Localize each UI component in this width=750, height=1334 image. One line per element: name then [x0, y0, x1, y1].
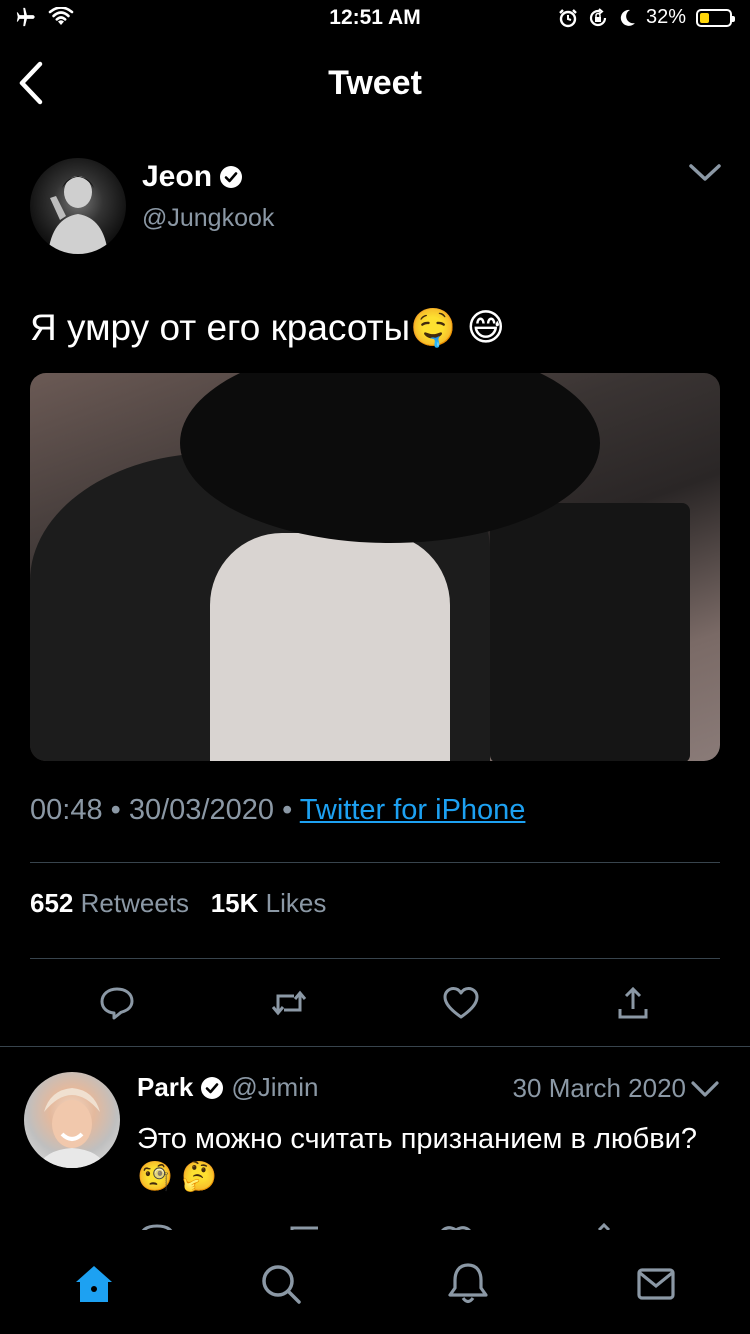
tab-bar: [0, 1230, 750, 1334]
likes-label[interactable]: Likes: [266, 888, 327, 918]
retweet-count[interactable]: 652: [30, 888, 73, 918]
verified-badge-icon: [220, 166, 243, 188]
reply-date: 30 March 2020: [512, 1073, 686, 1103]
reply-avatar[interactable]: [24, 1072, 120, 1168]
author-name-row[interactable]: Jeon: [142, 160, 243, 194]
tweet-text: Я умру от его красоты🤤 😅: [30, 307, 506, 348]
divider: [30, 958, 720, 959]
tweet-date: 30/03/2020: [128, 794, 275, 826]
reply-author-name: Park: [137, 1072, 194, 1102]
battery-percent: 32%: [645, 6, 686, 28]
reply-options-button[interactable]: [690, 1080, 724, 1102]
author-name: Jeon: [142, 160, 213, 193]
search-icon: [262, 1265, 301, 1304]
divider: [30, 862, 720, 863]
tab-search[interactable]: [251, 1254, 311, 1314]
reply-author-handle: @Jimin: [231, 1072, 319, 1102]
tab-messages[interactable]: [626, 1254, 686, 1314]
like-button[interactable]: [436, 978, 486, 1028]
verified-badge-icon: [201, 1076, 224, 1099]
chevron-down-icon: [689, 164, 721, 181]
avatar[interactable]: [30, 158, 126, 254]
section-divider: [0, 1046, 750, 1047]
like-count[interactable]: 15K: [211, 888, 259, 918]
status-right: 32%: [558, 6, 735, 29]
avatar-photo: [48, 176, 108, 254]
share-icon: [618, 986, 648, 1019]
reply-button[interactable]: [92, 978, 142, 1028]
retweet-button[interactable]: [264, 978, 314, 1028]
retweet-icon: [271, 990, 307, 1016]
reply-icon: [100, 987, 134, 1020]
reply-text: Это можно считать признанием в любви?🧐 🤔: [137, 1123, 697, 1193]
chevron-down-icon: [691, 1081, 719, 1097]
tweet-time: 00:48: [30, 794, 103, 826]
tweet-meta: 00:48 • 30/03/2020 • Twitter for iPhone: [30, 794, 526, 826]
rotation-lock-icon: [589, 7, 607, 26]
share-button[interactable]: [608, 978, 658, 1028]
media-background: [490, 503, 690, 761]
tab-home[interactable]: [64, 1254, 124, 1314]
tweet-media-image[interactable]: [30, 373, 720, 761]
tab-notifications[interactable]: [438, 1254, 498, 1314]
messages-icon: [637, 1268, 675, 1300]
like-icon: [443, 987, 479, 1019]
battery-icon: [696, 8, 735, 27]
reply-header[interactable]: Park @Jimin: [137, 1072, 318, 1103]
home-icon: [76, 1266, 112, 1302]
retweets-label[interactable]: Retweets: [81, 888, 189, 918]
moon-icon: [620, 9, 635, 26]
page-title: Tweet: [328, 64, 422, 102]
status-bar: 12:51 AM 32%: [0, 0, 750, 40]
alarm-icon: [559, 8, 577, 27]
tweet-stats: 652 Retweets 15K Likes: [30, 888, 326, 919]
notifications-icon: [448, 1263, 488, 1304]
tweet-options-button[interactable]: [688, 162, 722, 184]
author-handle[interactable]: @Jungkook: [142, 204, 274, 233]
tweet-source-link[interactable]: Twitter for iPhone: [300, 794, 526, 826]
reply-avatar-photo: [38, 1088, 106, 1168]
